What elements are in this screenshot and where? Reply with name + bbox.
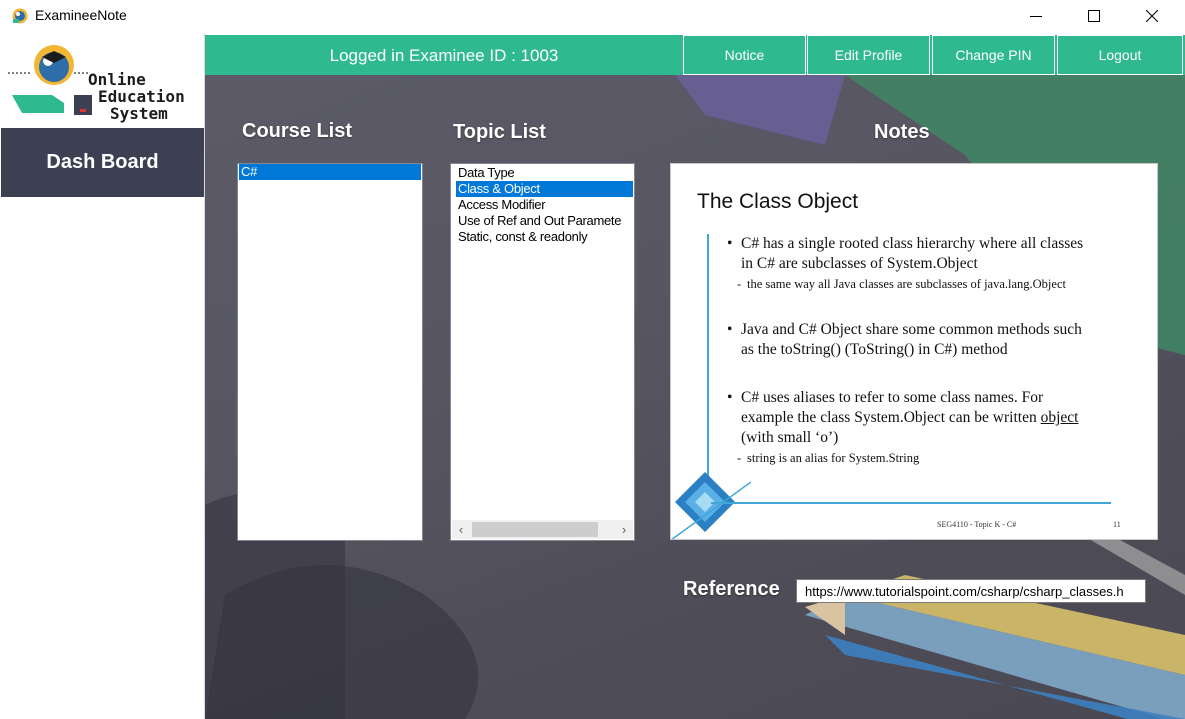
- scroll-right-icon[interactable]: ›: [617, 522, 631, 537]
- scrollbar-thumb[interactable]: [472, 522, 598, 537]
- topic-list-item[interactable]: Use of Ref and Out Paramete: [456, 213, 633, 229]
- edit-profile-button[interactable]: Edit Profile: [807, 35, 930, 75]
- topic-list-item[interactable]: Class & Object: [456, 181, 633, 197]
- reference-url-field[interactable]: [796, 579, 1146, 603]
- notes-slide-image: The Class Object C# has a single rooted …: [670, 163, 1158, 540]
- notice-button[interactable]: Notice: [683, 35, 806, 75]
- slide-bullet: C# has a single rooted class hierarchy w…: [727, 234, 1097, 274]
- slide-footer: SEG4110 - Topic K - C#: [937, 520, 1017, 529]
- dashboard-button[interactable]: Dash Board: [1, 128, 204, 197]
- topic-list-item[interactable]: Access Modifier: [456, 197, 633, 213]
- topic-list-heading: Topic List: [453, 121, 546, 143]
- topic-list-item[interactable]: Static, const & readonly: [456, 229, 633, 245]
- change-pin-button[interactable]: Change PIN: [932, 35, 1055, 75]
- slide-sub-bullet: string is an alias for System.String: [727, 451, 1097, 466]
- slide-bullet: C# uses aliases to refer to some class n…: [727, 388, 1097, 448]
- minimize-button[interactable]: [1013, 0, 1059, 33]
- close-icon: [1146, 10, 1158, 22]
- logo-line-2: Education: [98, 87, 185, 106]
- sidebar: Online Education System Dash Board: [0, 33, 205, 719]
- slide-body: C# has a single rooted class hierarchy w…: [727, 234, 1097, 466]
- window-title: ExamineeNote: [35, 7, 127, 23]
- slide-bullet-text: (with small ‘o’): [741, 429, 839, 446]
- topic-listbox[interactable]: Data Type Class & Object Access Modifier…: [450, 163, 635, 541]
- slide-sub-bullet: the same way all Java classes are subcla…: [727, 277, 1097, 292]
- title-bar: ExamineeNote: [0, 0, 1185, 33]
- slide-bullet-text: C# uses aliases to refer to some class n…: [741, 389, 1044, 426]
- app-icon: [12, 8, 28, 24]
- logout-button[interactable]: Logout: [1057, 35, 1183, 75]
- course-listbox[interactable]: C#: [237, 163, 423, 541]
- topic-horizontal-scrollbar[interactable]: ‹ ›: [452, 520, 633, 539]
- logo-line-3: System: [110, 104, 168, 123]
- logo-text: Online Education System: [88, 71, 185, 122]
- topic-list-item[interactable]: Data Type: [456, 165, 633, 181]
- slide-accent-bar: [707, 234, 709, 486]
- slide-page-number: 11: [1113, 520, 1121, 529]
- close-button[interactable]: [1129, 0, 1175, 33]
- logo-line-1: Online: [88, 70, 146, 89]
- slide-corner-graphic: [671, 472, 751, 539]
- minimize-icon: [1030, 16, 1042, 17]
- slide-title: The Class Object: [697, 190, 859, 213]
- app-logo: Online Education System: [8, 43, 198, 122]
- reference-label: Reference: [683, 578, 780, 600]
- maximize-button[interactable]: [1071, 0, 1117, 33]
- course-list-heading: Course List: [242, 120, 353, 142]
- course-list-item[interactable]: C#: [239, 164, 421, 180]
- top-nav-bar: Logged in Examinee ID : 1003 Notice Edit…: [205, 35, 1185, 75]
- maximize-icon: [1088, 10, 1100, 22]
- notes-heading: Notes: [874, 121, 930, 143]
- scroll-left-icon[interactable]: ‹: [454, 522, 468, 537]
- main-panel: Logged in Examinee ID : 1003 Notice Edit…: [205, 35, 1185, 719]
- slide-bullet-underlined: object: [1040, 409, 1079, 426]
- logged-in-label: Logged in Examinee ID : 1003: [329, 46, 559, 65]
- slide-bullet: Java and C# Object share some common met…: [727, 320, 1097, 360]
- slide-footer-line: [711, 502, 1111, 504]
